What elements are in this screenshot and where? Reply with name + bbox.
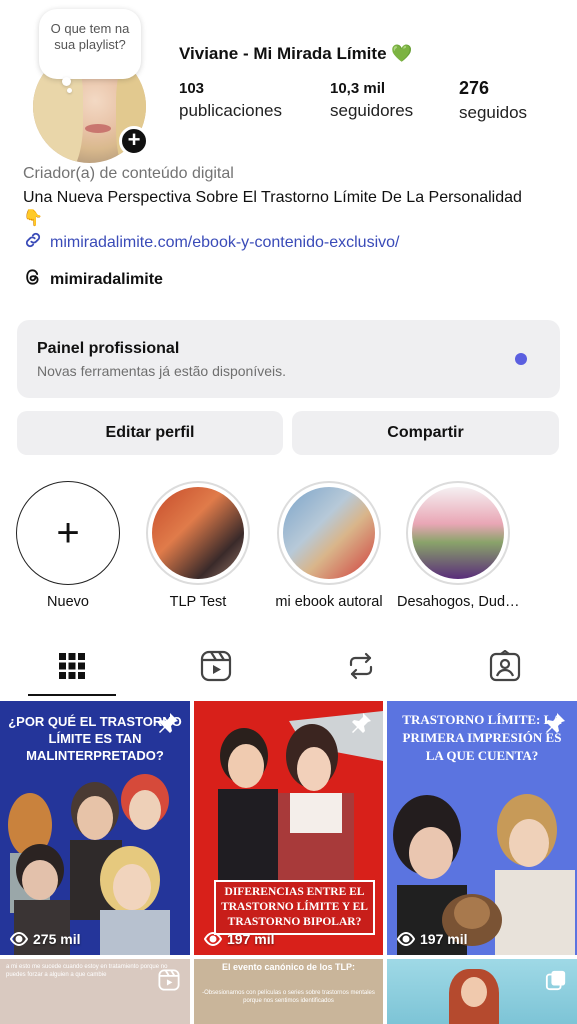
highlight-label: Nuevo xyxy=(47,594,89,610)
stat-following-count: 276 xyxy=(459,78,490,98)
stat-following[interactable]: 276 seguidos xyxy=(459,78,527,123)
profile-tabs xyxy=(0,640,577,696)
profile-category: Criador(a) de conteúdo digital xyxy=(23,165,234,182)
note-bubble-tail-small xyxy=(67,88,72,93)
post-illustration xyxy=(8,774,170,955)
note-bubble[interactable]: O que tem na sua playlist? xyxy=(39,9,141,79)
threads-handle: mimiradalimite xyxy=(50,270,163,288)
stat-followers-label: seguidores xyxy=(330,101,414,120)
notification-dot xyxy=(515,353,527,365)
panel-subtitle: Novas ferramentas já estão disponíveis. xyxy=(37,363,287,379)
highlight-label: Desahogos, Dud… xyxy=(397,594,519,610)
post-tile[interactable]: a mi esto me sucede cuando estoy en trat… xyxy=(0,959,190,1024)
pin-icon xyxy=(543,711,567,740)
stat-following-label: seguidos xyxy=(459,103,528,122)
reposts-icon xyxy=(346,651,376,686)
tab-tagged[interactable] xyxy=(433,640,577,696)
post-tile[interactable]: TRASTORNO LÍMITE: LA PRIMERA IMPRESIÓN E… xyxy=(387,701,577,955)
plus-icon: + xyxy=(56,511,80,555)
highlight-ebook[interactable]: mi ebook autoral xyxy=(268,481,390,610)
post-views: 197 mil xyxy=(397,931,467,947)
post-subcaption: -Obsesionarnos con películas o series so… xyxy=(202,990,375,1004)
highlight-new[interactable]: + Nuevo xyxy=(7,481,129,610)
tab-posts[interactable] xyxy=(0,640,144,696)
stat-posts-label: publicaciones xyxy=(179,101,283,120)
profile-link-text: mimiradalimite.com/ebook-y-contenido-exc… xyxy=(50,233,400,251)
tab-reels[interactable] xyxy=(144,640,288,696)
carousel-icon xyxy=(545,969,567,996)
views-icon xyxy=(397,932,415,946)
post-views-count: 197 mil xyxy=(227,931,275,947)
profile-link[interactable]: mimiradalimite.com/ebook-y-contenido-exc… xyxy=(23,230,399,255)
highlight-ring xyxy=(277,481,381,585)
post-tile[interactable] xyxy=(387,959,577,1024)
display-name: Viviane - Mi Mirada Límite 💚 xyxy=(179,44,413,63)
post-caption: El evento canónico de los TLP: xyxy=(221,962,356,972)
new-highlight-circle: + xyxy=(16,481,120,585)
post-views-count: 275 mil xyxy=(33,931,81,947)
stat-posts[interactable]: 103 publicaciones xyxy=(179,80,282,121)
highlight-cover xyxy=(152,487,244,579)
post-views-count: 197 mil xyxy=(420,931,468,947)
post-tile[interactable]: El evento canónico de los TLP: -Obsesion… xyxy=(194,959,383,1024)
stat-followers[interactable]: 10,3 mil seguidores xyxy=(330,80,413,121)
threads-icon xyxy=(23,267,43,292)
professional-dashboard[interactable]: Painel profissional Novas ferramentas já… xyxy=(17,320,560,398)
link-icon xyxy=(23,230,43,255)
post-caption: DIFERENCIAS ENTRE EL TRASTORNO LÍMITE Y … xyxy=(214,880,375,935)
tab-reposts[interactable] xyxy=(289,640,433,696)
reels-icon xyxy=(200,650,232,687)
post-tile[interactable]: ¿POR QUÉ EL TRASTORNO LÍMITE ES TAN MALI… xyxy=(0,701,190,955)
stat-posts-count: 103 xyxy=(179,80,205,97)
pin-icon xyxy=(349,711,373,740)
post-views: 197 mil xyxy=(204,931,274,947)
post-illustration-face xyxy=(461,977,487,1007)
tagged-icon xyxy=(489,649,521,687)
add-story-icon[interactable]: + xyxy=(119,126,149,156)
highlight-ring xyxy=(406,481,510,585)
note-bubble-tail xyxy=(62,77,71,86)
views-icon xyxy=(10,932,28,946)
reel-icon xyxy=(158,969,180,996)
highlight-desahogos[interactable]: Desahogos, Dud… xyxy=(397,481,519,610)
note-text: O que tem na sua playlist? xyxy=(50,21,130,52)
threads-link[interactable]: mimiradalimite xyxy=(23,267,163,292)
grid-icon xyxy=(59,652,86,684)
post-views: 275 mil xyxy=(10,931,80,947)
views-icon xyxy=(204,932,222,946)
post-tile[interactable]: DIFERENCIAS ENTRE EL TRASTORNO LÍMITE Y … xyxy=(194,701,383,955)
profile-bio: Una Nueva Perspectiva Sobre El Trastorno… xyxy=(23,189,522,227)
post-illustration xyxy=(393,794,575,955)
posts-grid: ¿POR QUÉ EL TRASTORNO LÍMITE ES TAN MALI… xyxy=(0,701,577,1024)
panel-title: Painel profissional xyxy=(37,340,180,357)
highlight-cover xyxy=(283,487,375,579)
share-profile-button[interactable]: Compartir xyxy=(292,411,559,455)
highlight-label: TLP Test xyxy=(169,594,227,610)
highlight-label: mi ebook autoral xyxy=(275,594,383,610)
pin-icon xyxy=(156,711,180,740)
highlight-ring xyxy=(146,481,250,585)
highlight-tlp-test[interactable]: TLP Test xyxy=(137,481,259,610)
stat-followers-count: 10,3 mil xyxy=(330,80,386,97)
edit-profile-button[interactable]: Editar perfil xyxy=(17,411,283,455)
highlight-cover xyxy=(412,487,504,579)
